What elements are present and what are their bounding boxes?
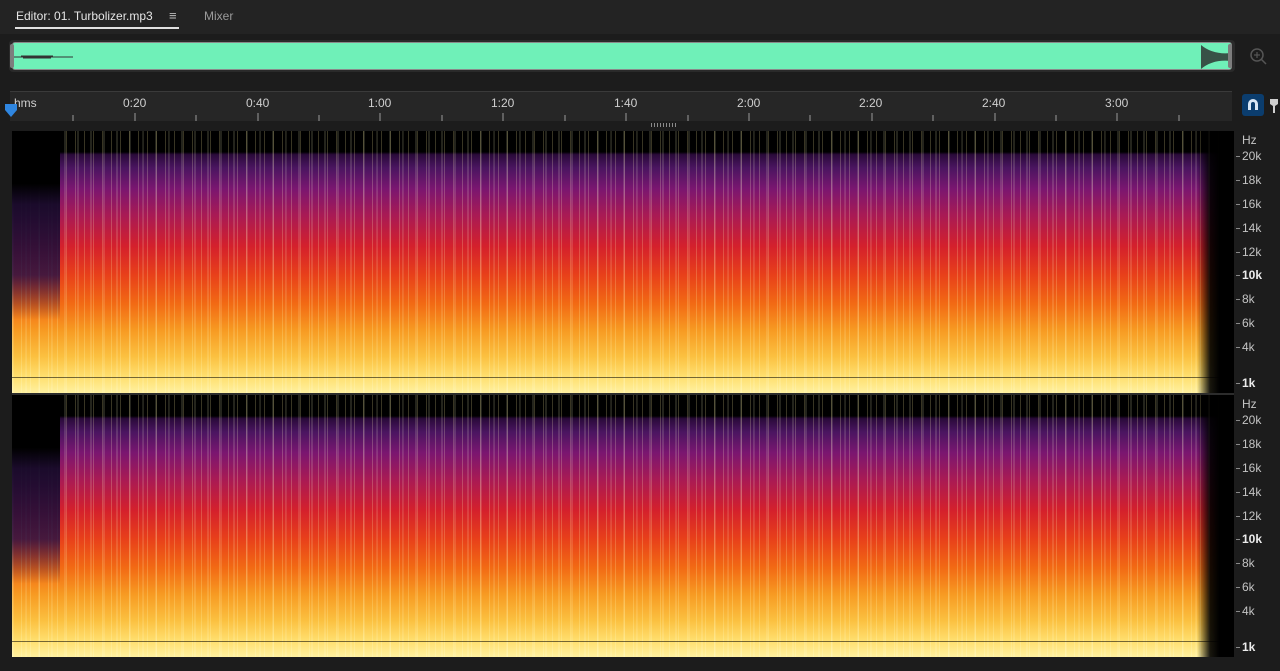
frequency-unit: Hz xyxy=(1242,397,1257,411)
ruler-ticks xyxy=(72,113,1180,121)
frequency-label: 16k xyxy=(1242,461,1262,475)
tab-editor[interactable]: Editor: 01. Turbolizer.mp3 xyxy=(16,9,153,23)
spectrogram-outro xyxy=(1197,395,1234,657)
frequency-unit: Hz xyxy=(1242,133,1257,147)
panel-menu-icon[interactable]: ≡ xyxy=(169,8,177,23)
frequency-label: 8k xyxy=(1242,556,1255,570)
spectrogram-outro xyxy=(1197,131,1234,393)
marker-pin-icon[interactable] xyxy=(1268,94,1280,116)
frequency-label: 16k xyxy=(1242,197,1262,211)
frequency-label: 1k xyxy=(1242,640,1256,654)
frequency-label: 20k xyxy=(1242,413,1262,427)
tab-bar: Editor: 01. Turbolizer.mp3 ≡ Mixer xyxy=(0,0,1280,34)
frequency-label: 14k xyxy=(1242,221,1262,235)
frequency-label: 14k xyxy=(1242,485,1262,499)
frequency-label: 8k xyxy=(1242,292,1255,306)
frequency-label: 4k xyxy=(1242,340,1255,354)
tab-mixer[interactable]: Mixer xyxy=(204,9,233,23)
spectrogram-band-line xyxy=(12,641,1234,642)
frequency-axis-right: Hz 20k 18k 16k 14k 12k 10k 8k 6k 4k 1k xyxy=(1236,395,1280,657)
frequency-label: 6k xyxy=(1242,316,1255,330)
playhead-marker-icon[interactable] xyxy=(4,104,18,118)
spectrogram-channel-left[interactable] xyxy=(12,131,1234,393)
overview-right-handle[interactable] xyxy=(1228,44,1232,68)
snap-magnet-icon xyxy=(1248,99,1258,110)
active-tab-underline xyxy=(15,27,179,29)
spectrogram-band-line xyxy=(12,377,1234,378)
snap-button[interactable] xyxy=(1242,94,1264,116)
frequency-label: 18k xyxy=(1242,437,1262,451)
frequency-label: 6k xyxy=(1242,580,1255,594)
spectrogram-intro xyxy=(12,395,60,657)
overview-waveform[interactable] xyxy=(12,42,1232,70)
time-ruler[interactable]: hms 0:20 0:40 1:00 1:20 1:40 2:00 2:20 2… xyxy=(10,91,1232,121)
spectrogram-transients xyxy=(12,395,1234,657)
spectrogram-intro xyxy=(12,131,60,393)
spectrogram-channel-right[interactable] xyxy=(12,395,1234,657)
spectrogram-transients xyxy=(12,131,1234,393)
zoom-icon[interactable] xyxy=(1248,46,1268,66)
frequency-label: 1k xyxy=(1242,376,1256,390)
overview-left-handle[interactable] xyxy=(10,44,14,68)
frequency-label: 10k xyxy=(1242,532,1263,546)
frequency-label: 18k xyxy=(1242,173,1262,187)
frequency-label: 10k xyxy=(1242,268,1263,282)
frequency-label: 12k xyxy=(1242,509,1262,523)
frequency-label: 20k xyxy=(1242,149,1262,163)
frequency-axis-left: Hz 20k 18k 16k 14k 12k 10k 8k 6k 4k 1k xyxy=(1236,131,1280,393)
frequency-label: 4k xyxy=(1242,604,1255,618)
frequency-label: 12k xyxy=(1242,245,1262,259)
resize-handle[interactable] xyxy=(651,123,677,127)
